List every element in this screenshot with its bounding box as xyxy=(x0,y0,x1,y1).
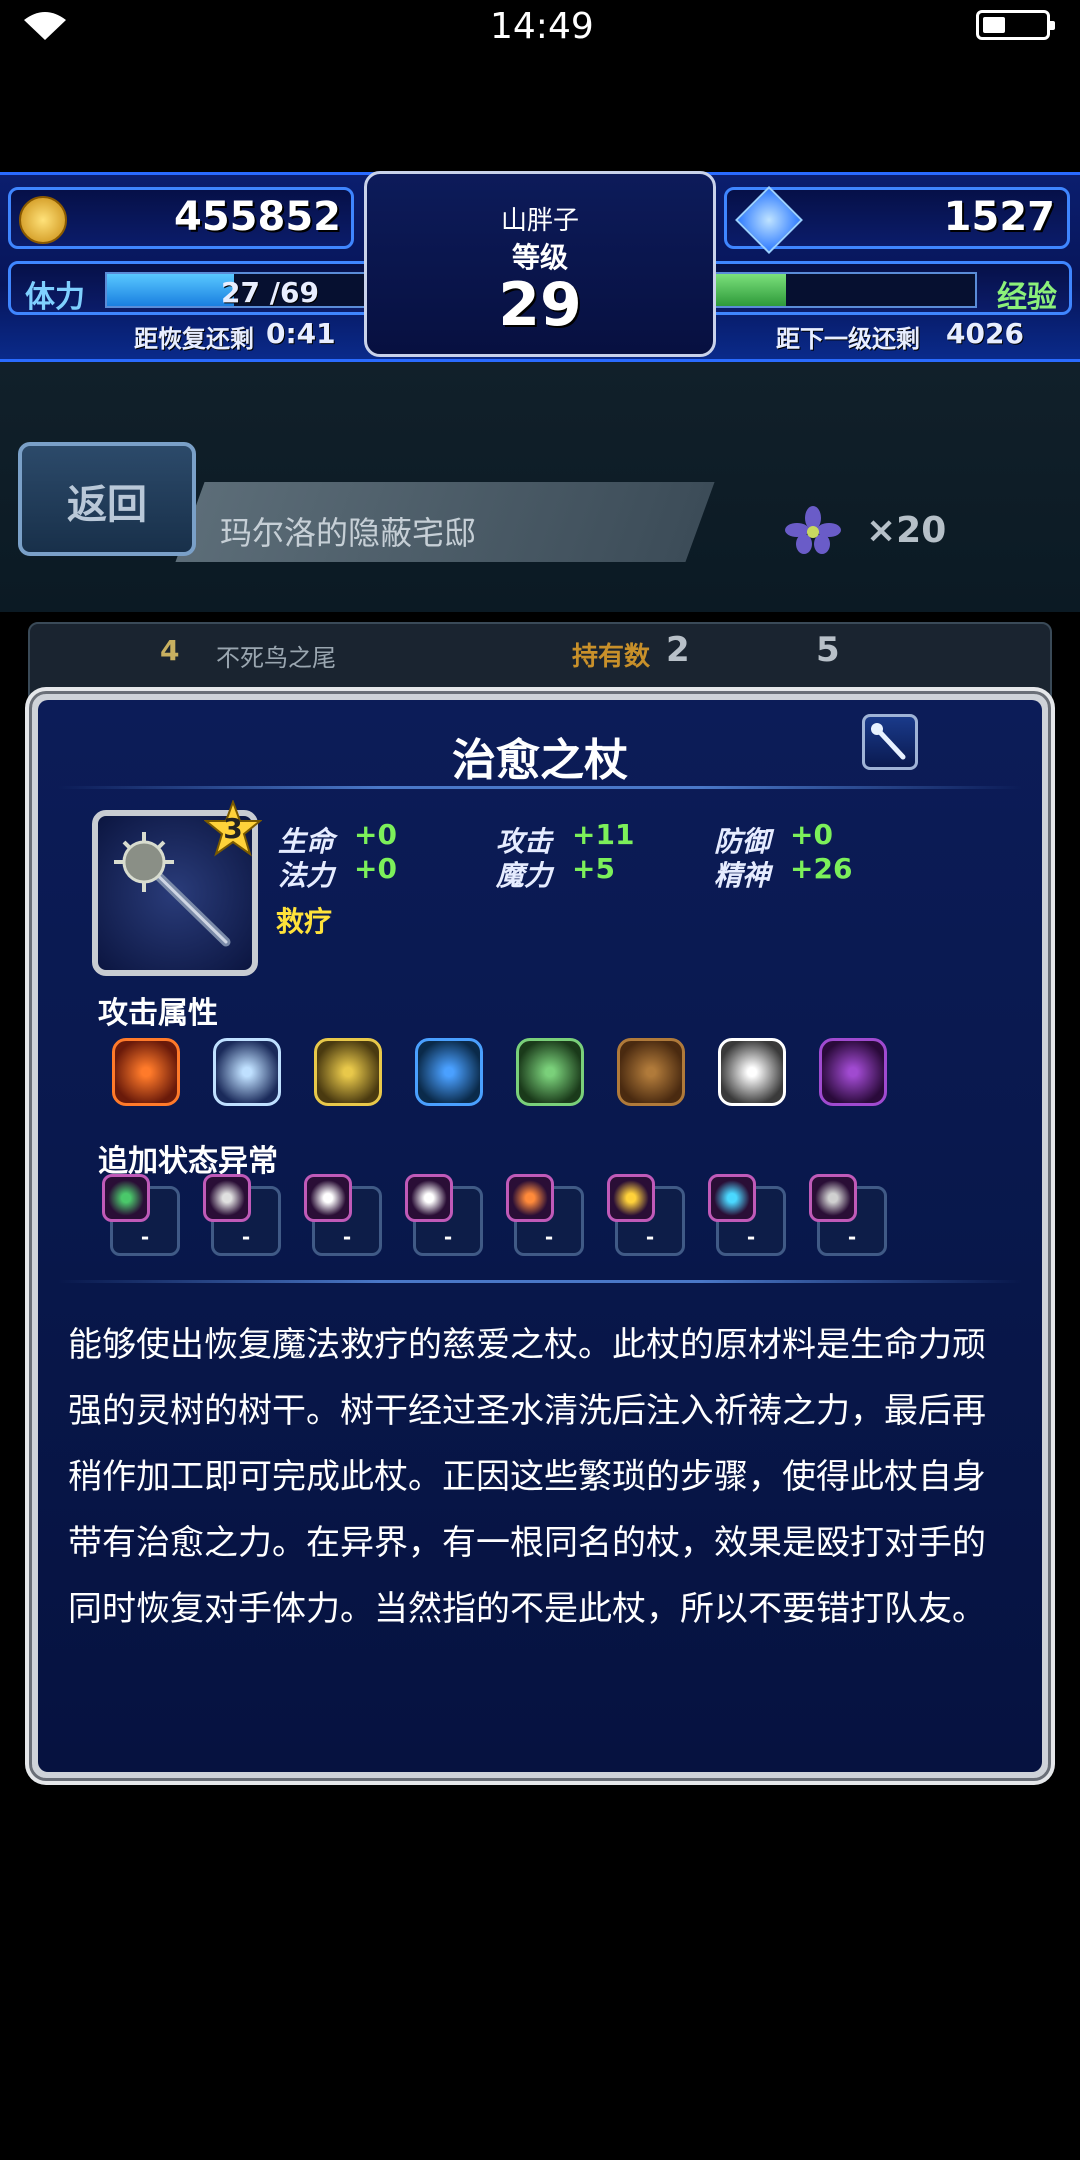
list-item[interactable] xyxy=(28,622,1052,704)
level-number: 29 xyxy=(498,270,582,340)
gil-counter: 455852 xyxy=(8,187,354,249)
status-effect-value: - xyxy=(140,1225,150,1249)
stat-atk-value: +11 xyxy=(572,818,635,851)
status-bar: 14:49 xyxy=(0,0,1080,54)
status-effect-value: - xyxy=(342,1225,352,1249)
item-description: 能够使出恢复魔法救疗的慈爱之杖。此杖的原材料是生命力顽强的灵树的树干。树干经过圣… xyxy=(68,1325,986,1629)
list-item-rarity: 4 xyxy=(160,634,180,667)
clock: 14:49 xyxy=(490,6,594,47)
gil-amount: 455852 xyxy=(174,194,341,240)
earth-icon xyxy=(617,1038,685,1106)
ornament-corner-icon xyxy=(34,1706,104,1776)
silence-icon xyxy=(405,1174,453,1222)
back-button[interactable]: 返回 xyxy=(18,442,196,556)
stat-mp-label: 法力 xyxy=(278,859,335,892)
stamina-timer-label: 距恢复还剩 xyxy=(134,325,254,353)
stat-spr-label: 精神 xyxy=(714,859,771,892)
stat-mag-label: 魔力 xyxy=(496,859,553,892)
rarity-number: 3 xyxy=(223,812,243,845)
exp-remaining: 4026 xyxy=(946,317,1024,350)
fire-icon xyxy=(112,1038,180,1106)
player-hud: 455852 1527 体力 27 /69 距恢复还剩 0:41 经验 距下一级… xyxy=(0,171,1080,362)
light-icon xyxy=(718,1038,786,1106)
dark-icon xyxy=(819,1038,887,1106)
ornament-corner-icon xyxy=(976,1706,1046,1776)
element-section-label: 攻击属性 xyxy=(98,996,218,1031)
stat-hp-value: +0 xyxy=(354,818,397,851)
status-effect-value: - xyxy=(443,1225,453,1249)
exp-remaining-label: 距下一级还剩 xyxy=(776,325,920,353)
paralysis-icon xyxy=(506,1174,554,1222)
status-effect-value: - xyxy=(847,1225,857,1249)
item-count: ×20 xyxy=(866,510,947,551)
status-effect-value: - xyxy=(746,1225,756,1249)
list-item-name: 不死鸟之尾 xyxy=(216,644,336,672)
sleep-icon xyxy=(304,1174,352,1222)
confusion-icon xyxy=(607,1174,655,1222)
status-effect-value: - xyxy=(241,1225,251,1249)
player-name: 山胖子 xyxy=(500,206,579,236)
stamina-timer: 0:41 xyxy=(266,317,336,350)
gem-amount: 1527 xyxy=(943,194,1055,240)
poison-icon xyxy=(102,1174,150,1222)
exp-label: 经验 xyxy=(997,280,1057,315)
cost-value: 5 xyxy=(816,630,840,670)
lapis-gem-icon xyxy=(735,186,803,254)
gil-coin-icon xyxy=(19,196,67,244)
water-icon xyxy=(415,1038,483,1106)
petrify-icon xyxy=(809,1174,857,1222)
stat-spr-value: +26 xyxy=(790,852,853,885)
ability-name[interactable]: 救疗 xyxy=(276,900,332,940)
wind-icon xyxy=(516,1038,584,1106)
level-plate: 山胖子 等级 29 xyxy=(364,171,716,357)
divider xyxy=(58,1280,1022,1283)
item-detail-dialog: 治愈之杖 3 生命 +0 攻击 +11 防御 +0 法力 +0 魔力 +5 精神… xyxy=(32,694,1048,1778)
status-effect-value: - xyxy=(544,1225,554,1249)
stat-def-value: +0 xyxy=(790,818,833,851)
owned-count: 2 xyxy=(666,630,690,670)
stamina-label: 体力 xyxy=(25,280,85,315)
owned-label: 持有数 xyxy=(572,642,651,672)
battery-icon xyxy=(976,10,1055,40)
ice-icon xyxy=(213,1038,281,1106)
stat-mp-value: +0 xyxy=(354,852,397,885)
blind-icon xyxy=(203,1174,251,1222)
divider xyxy=(58,786,1022,789)
gem-counter[interactable]: 1527 xyxy=(724,186,1070,254)
flower-item-icon xyxy=(785,506,841,554)
status-effect-value: - xyxy=(645,1225,655,1249)
staff-type-icon xyxy=(862,714,918,770)
back-button-label: 返回 xyxy=(67,482,147,528)
thunder-icon xyxy=(314,1038,382,1106)
wifi-icon xyxy=(24,12,66,40)
location-name: 玛尔洛的隐蔽宅邸 xyxy=(220,514,477,552)
disease-icon xyxy=(708,1174,756,1222)
stat-mag-value: +5 xyxy=(572,852,615,885)
